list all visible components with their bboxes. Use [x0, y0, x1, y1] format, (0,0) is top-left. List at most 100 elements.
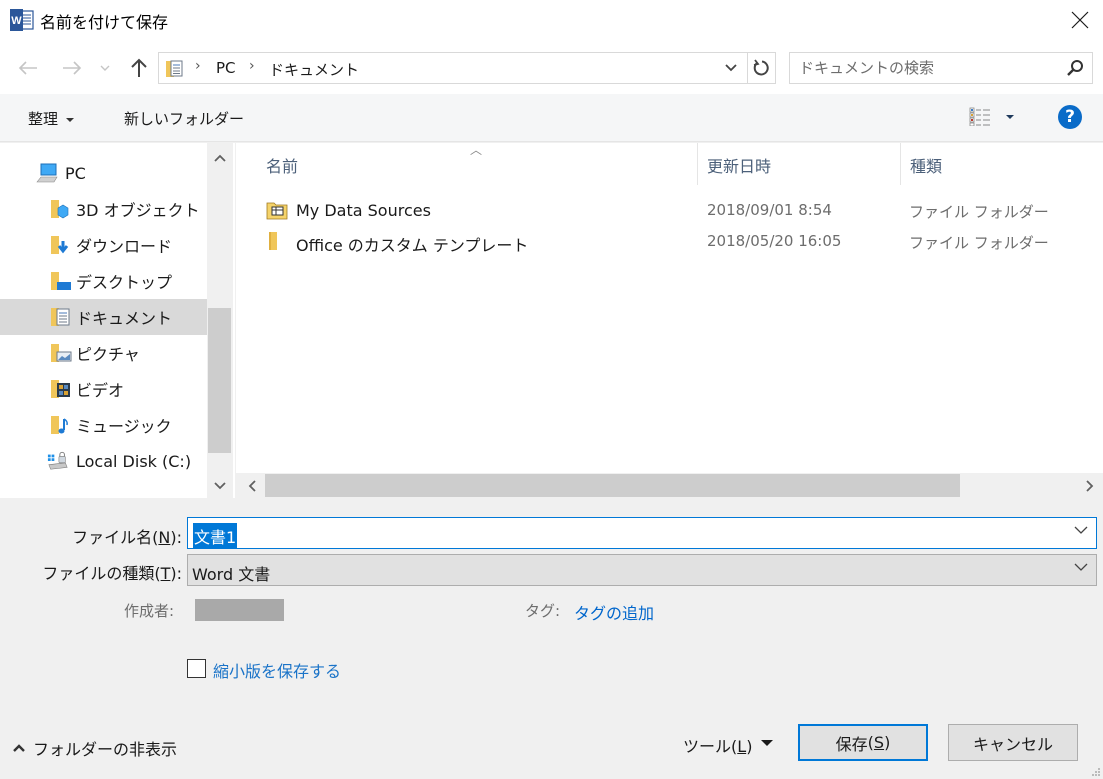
column-header-type[interactable]: 種類 — [910, 153, 942, 177]
address-dropdown-button[interactable] — [719, 53, 743, 83]
column-header-name[interactable]: 名前 — [266, 153, 298, 177]
file-modified: 2018/09/01 8:54 — [707, 201, 832, 219]
arrow-up-icon — [131, 58, 147, 77]
chevron-down-icon — [1074, 563, 1088, 571]
svg-text:W: W — [11, 15, 22, 27]
author-field[interactable] — [195, 599, 284, 621]
scroll-down-button[interactable] — [208, 475, 231, 497]
chevron-down-icon[interactable] — [1074, 526, 1088, 535]
pane-splitter[interactable] — [232, 143, 235, 498]
tree-item-label: ビデオ — [76, 381, 125, 400]
file-type: ファイル フォルダー — [909, 234, 1049, 252]
column-separator[interactable] — [697, 143, 698, 185]
column-separator[interactable] — [900, 143, 901, 185]
scrollbar-thumb[interactable] — [208, 308, 231, 453]
search-icon[interactable] — [1066, 59, 1084, 77]
details-view-icon — [969, 107, 990, 127]
close-icon — [1071, 11, 1089, 29]
organize-button[interactable]: 整理 — [28, 108, 75, 129]
breadcrumb-pc[interactable]: PC — [216, 59, 236, 77]
tree-item-pictures[interactable]: ピクチャ — [0, 335, 207, 371]
new-folder-button[interactable]: 新しいフォルダー — [124, 108, 244, 129]
chevron-down-icon — [725, 64, 737, 72]
tools-accelerator: L — [737, 737, 747, 756]
filetype-accelerator: T — [160, 564, 171, 583]
chevron-left-icon — [248, 480, 256, 492]
tools-dropdown-caret-icon[interactable] — [761, 740, 773, 746]
recent-locations-button[interactable] — [96, 56, 114, 80]
column-header-modified[interactable]: 更新日時 — [707, 153, 771, 177]
close-button[interactable] — [1057, 0, 1103, 40]
view-dropdown-caret-icon[interactable] — [1006, 115, 1014, 119]
filename-label-text: ファイル名 — [72, 528, 153, 547]
tree-item-desktop[interactable]: デスクトップ — [0, 263, 207, 299]
tree-item-downloads[interactable]: ダウンロード — [0, 227, 207, 263]
filetype-select[interactable]: Word 文書 — [187, 554, 1097, 586]
chevron-up-icon — [13, 744, 25, 752]
tree-item-3d-objects[interactable]: 3D オブジェクト — [0, 191, 207, 227]
add-tag-link[interactable]: タグの追加 — [574, 600, 654, 624]
forward-button[interactable] — [60, 56, 84, 80]
tools-label: ツール — [683, 737, 732, 756]
scroll-up-button[interactable] — [208, 147, 231, 169]
documents-folder-icon — [51, 308, 70, 326]
resize-grip-icon[interactable] — [1091, 767, 1101, 777]
save-accelerator: S — [873, 733, 885, 752]
breadcrumb-documents[interactable]: ドキュメント — [269, 59, 359, 80]
documents-folder-icon — [166, 60, 183, 77]
search-box[interactable] — [789, 52, 1093, 84]
filename-value[interactable]: 文書1 — [193, 523, 238, 549]
hide-folders-button[interactable]: フォルダーの非表示 — [12, 736, 177, 760]
tree-item-videos[interactable]: ビデオ — [0, 371, 207, 407]
scroll-left-button[interactable] — [241, 475, 263, 497]
file-name: Office のカスタム テンプレート — [296, 236, 529, 255]
scrollbar-thumb[interactable] — [265, 474, 960, 497]
save-button[interactable]: 保存(S) — [798, 724, 928, 761]
tree-item-music[interactable]: ミュージック — [0, 407, 207, 443]
filename-input[interactable]: 文書1 — [187, 517, 1097, 549]
data-sources-folder-icon — [266, 202, 288, 220]
command-toolbar: 整理 新しいフォルダー — [0, 94, 1103, 142]
author-label: 作成者: — [124, 602, 175, 620]
refresh-button[interactable] — [748, 52, 776, 84]
cancel-button[interactable]: キャンセル — [948, 724, 1078, 761]
save-thumbnail-checkbox[interactable] — [187, 659, 206, 678]
save-label: 保存 — [835, 734, 868, 754]
file-name: My Data Sources — [296, 201, 431, 220]
change-view-button[interactable] — [968, 106, 1023, 130]
search-input[interactable] — [790, 53, 1060, 83]
local-disk-icon — [47, 451, 68, 470]
help-button[interactable]: ? — [1058, 105, 1082, 129]
chevron-up-icon — [213, 154, 226, 162]
tree-item-local-disk[interactable]: Local Disk (C:) — [0, 443, 207, 479]
filename-accelerator: N — [158, 528, 171, 547]
arrow-right-icon — [63, 61, 82, 75]
word-icon: W — [10, 9, 34, 31]
tree-item-documents[interactable]: ドキュメント — [0, 299, 207, 335]
breadcrumb-separator[interactable]: › — [249, 58, 255, 74]
filename-label: ファイル名(N): — [72, 528, 182, 547]
file-modified: 2018/05/20 16:05 — [707, 232, 842, 250]
file-row[interactable]: My Data Sources 2018/09/01 8:54 ファイル フォル… — [236, 196, 1103, 226]
up-button[interactable] — [127, 56, 151, 80]
file-row[interactable]: Office のカスタム テンプレート 2018/05/20 16:05 ファイ… — [236, 227, 1103, 257]
filetype-label-text: ファイルの種類 — [42, 564, 155, 583]
chevron-right-icon — [1086, 480, 1094, 492]
save-thumbnail-label[interactable]: 縮小版を保存する — [213, 658, 341, 682]
file-list-horizontal-scrollbar[interactable] — [239, 473, 1103, 498]
scroll-right-button[interactable] — [1079, 475, 1101, 497]
videos-folder-icon — [51, 380, 70, 398]
breadcrumb-separator[interactable]: › — [195, 58, 201, 74]
pc-icon — [36, 163, 58, 183]
navigation-pane-scrollbar[interactable] — [207, 143, 232, 498]
tags-label: タグ: — [525, 602, 561, 620]
downloads-folder-icon — [51, 236, 69, 254]
tools-button[interactable]: ツール(L) — [683, 733, 752, 757]
organize-label: 整理 — [28, 110, 59, 128]
tree-item-pc[interactable]: PC — [0, 155, 207, 191]
tree-item-label: ドキュメント — [76, 309, 173, 328]
filetype-label: ファイルの種類(T): — [42, 564, 182, 583]
back-button[interactable] — [16, 56, 40, 80]
tree-item-label: ミュージック — [76, 417, 172, 436]
address-bar[interactable]: › PC › ドキュメント — [158, 52, 748, 84]
